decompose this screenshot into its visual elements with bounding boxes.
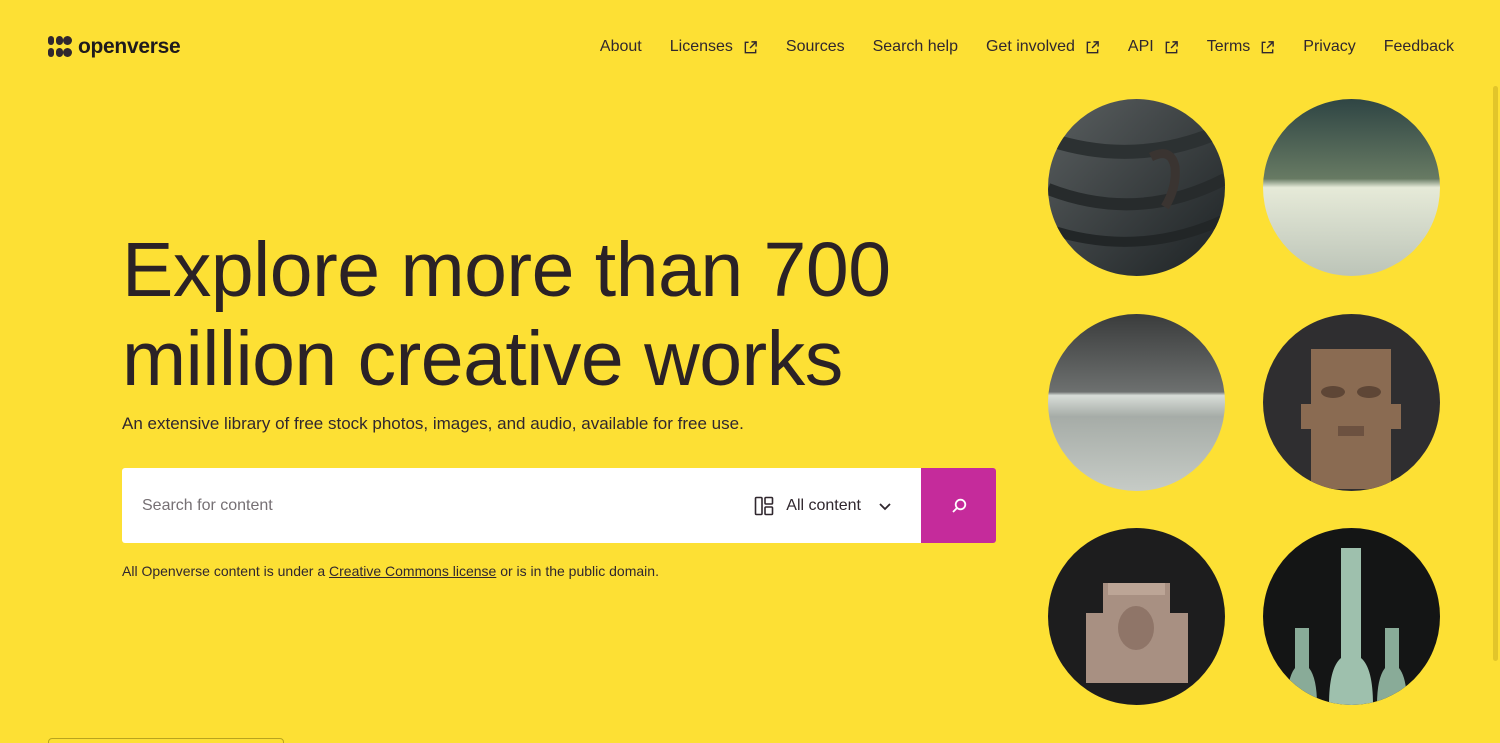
nav-search-help-label: Search help xyxy=(872,38,958,55)
nav-about-label: About xyxy=(599,38,642,55)
nav-terms-label: Terms xyxy=(1206,38,1251,55)
celadon-bowl-image xyxy=(1263,99,1440,276)
nav-get-involved-label: Get involved xyxy=(985,38,1075,55)
external-link-icon xyxy=(1165,40,1178,53)
nav-privacy[interactable]: Privacy xyxy=(1303,38,1355,56)
nav-sources[interactable]: Sources xyxy=(786,38,845,56)
license-note-before: All Openverse content is under a xyxy=(122,563,330,579)
content-type-select[interactable]: All content xyxy=(734,468,921,543)
nav-licenses[interactable]: Licenses xyxy=(670,38,758,56)
clay-figure-image xyxy=(1263,314,1440,491)
nav-terms[interactable]: Terms xyxy=(1207,38,1276,56)
content-type-label: All content xyxy=(786,496,861,514)
celadon-vase-image xyxy=(1263,528,1440,705)
brand-name: openverse xyxy=(78,35,181,58)
nav-api-label: API xyxy=(1127,38,1154,55)
main-nav: About Licenses Sources Search help Get i… xyxy=(600,38,1454,56)
site-header: openverse About Licenses Sources Search … xyxy=(0,0,1500,95)
gallery-image-clay-figure[interactable] xyxy=(1263,314,1440,491)
white-bowl-image xyxy=(1048,314,1225,491)
nav-licenses-label: Licenses xyxy=(669,38,733,55)
stone-vessel-image xyxy=(1048,99,1225,276)
carved-mask-image xyxy=(1048,528,1225,705)
nav-sources-label: Sources xyxy=(785,38,845,55)
external-link-icon xyxy=(1086,40,1099,53)
nav-get-involved[interactable]: Get involved xyxy=(986,38,1100,56)
external-link-icon xyxy=(1261,40,1275,53)
external-link-icon xyxy=(744,40,757,53)
gallery-image-carved-mask[interactable] xyxy=(1048,528,1225,705)
nav-about[interactable]: About xyxy=(600,38,642,56)
gallery-image-white-bowl[interactable] xyxy=(1048,314,1225,491)
creative-commons-license-link[interactable]: Creative Commons license xyxy=(329,563,496,579)
openverse-logo[interactable]: openverse xyxy=(48,35,181,59)
page-scrollbar[interactable] xyxy=(1493,86,1498,661)
nav-privacy-label: Privacy xyxy=(1303,38,1356,55)
license-note: All Openverse content is under a Creativ… xyxy=(122,563,659,579)
gallery-image-stone-vessel[interactable] xyxy=(1048,99,1225,276)
gallery-image-celadon-vase[interactable] xyxy=(1263,528,1440,705)
logo-mark-icon xyxy=(48,35,72,59)
search-button[interactable] xyxy=(921,468,996,543)
gallery-image-celadon-bowl[interactable] xyxy=(1263,99,1440,276)
search-icon xyxy=(951,498,966,513)
chevron-down-icon xyxy=(879,502,891,510)
all-content-icon xyxy=(754,496,774,515)
nav-search-help[interactable]: Search help xyxy=(873,38,958,56)
nav-api[interactable]: API xyxy=(1128,38,1179,56)
hero-title: Explore more than 700 million creative w… xyxy=(122,227,891,402)
search-input[interactable] xyxy=(122,496,735,515)
nav-feedback[interactable]: Feedback xyxy=(1384,38,1454,56)
hero-subtitle: An extensive library of free stock photo… xyxy=(122,414,744,433)
search-input-wrap: All content xyxy=(122,468,921,543)
search-form: All content xyxy=(122,468,996,543)
nav-feedback-label: Feedback xyxy=(1383,38,1454,55)
bottom-panel-tab[interactable] xyxy=(48,738,284,743)
license-note-after: or is in the public domain. xyxy=(496,563,659,579)
